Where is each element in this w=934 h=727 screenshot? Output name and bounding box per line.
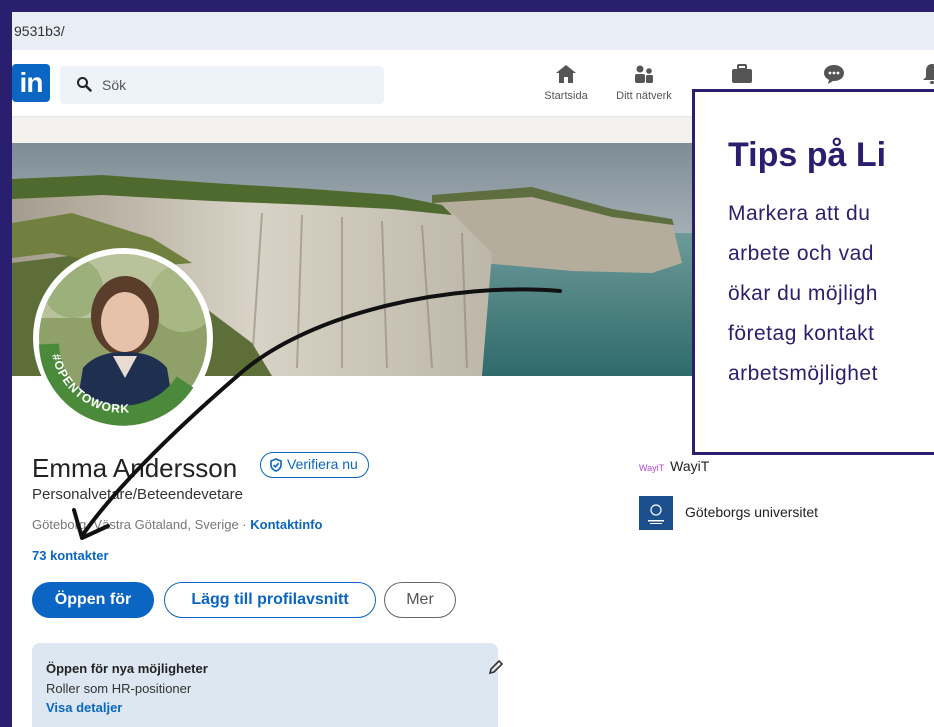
nav-notifications[interactable] [892,62,934,90]
wayit-logo: WayiT [639,463,665,473]
connections-link[interactable]: 73 kontakter [32,548,109,563]
tips-overlay-card: Tips på Li Markera att du arbete och vad… [692,89,934,455]
linkedin-logo[interactable]: in [12,64,50,102]
experience-wayit[interactable]: WayiT WayiT [639,458,709,474]
screenshot-frame: 9531b3/ in Sök Startsida Ditt nätverk #O… [0,0,934,727]
bell-icon [923,64,934,84]
tips-line-2: arbete och vad [728,242,874,265]
open-for-button[interactable]: Öppen för [32,582,154,618]
open-card-details-link[interactable]: Visa detaljer [46,700,122,715]
tips-line-4: företag kontakt [728,322,875,345]
more-button[interactable]: Mer [384,582,456,618]
open-card-title: Öppen för nya möjligheter [46,661,208,676]
university-name: Göteborgs universitet [685,504,819,520]
search-icon [77,77,92,92]
experience-gu[interactable]: Göteborgs universitet [639,496,934,532]
search-placeholder: Sök [102,77,127,93]
add-profile-section-button[interactable]: Lägg till profilavsnitt [164,582,376,618]
profile-photo: #OPENTOWORK [35,250,211,426]
open-card-roles: Roller som HR-positioner [46,681,192,696]
home-icon [556,65,576,83]
search-box[interactable]: Sök [60,66,384,104]
nav-home[interactable]: Startsida [526,62,606,102]
messaging-icon [824,65,844,84]
university-logo [639,496,673,530]
pencil-icon[interactable] [488,659,504,675]
briefcase-icon [732,64,752,83]
profile-location: Göteborg, Västra Götaland, Sverige · Kon… [32,517,322,532]
nav-messaging[interactable] [794,62,874,90]
nav-jobs[interactable] [702,62,782,90]
address-bar[interactable]: 9531b3/ [12,12,934,50]
tips-line-1: Markera att du [728,202,871,225]
wayit-name: WayiT [670,458,710,474]
tips-line-5: arbetsmöjlighet [728,362,878,385]
open-to-work-card[interactable]: Öppen för nya möjligheter Roller som HR-… [32,643,504,727]
url-text: 9531b3/ [14,23,65,39]
verify-button[interactable]: Verifiera nu [260,452,369,478]
nav-network-label: Ditt nätverk [616,90,672,102]
profile-headline: Personalvetare/Beteendevetare [32,486,243,503]
contact-info-link[interactable]: Kontaktinfo [250,517,322,532]
location-text: Göteborg, Västra Götaland, Sverige · [32,517,251,532]
tips-title: Tips på Li [728,136,887,174]
tips-line-3: ökar du möjligh [728,282,878,305]
nav-network[interactable]: Ditt nätverk [604,62,684,102]
profile-name: Emma Andersson [32,453,238,483]
nav-home-label: Startsida [544,90,588,102]
shield-check-icon [270,458,282,472]
profile-avatar[interactable]: #OPENTOWORK [33,248,213,428]
network-icon [635,65,653,83]
verify-label: Verifiera nu [287,456,358,472]
